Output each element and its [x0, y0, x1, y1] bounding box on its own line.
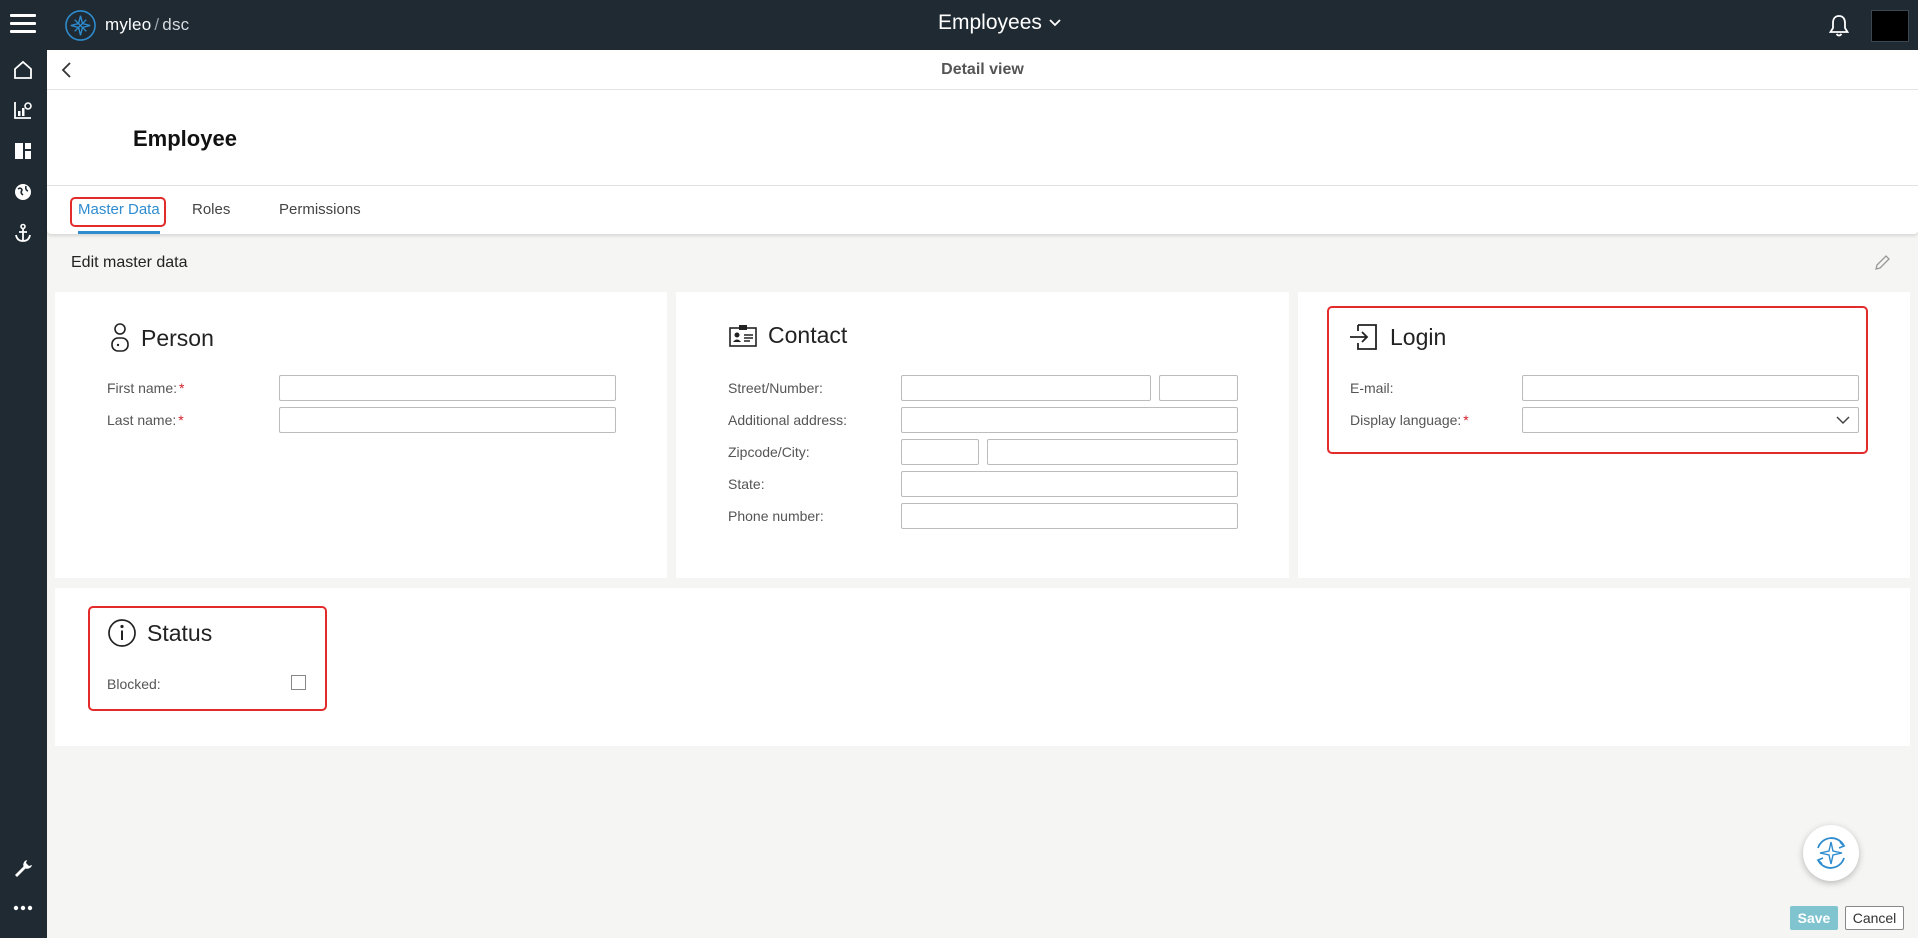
chevron-down-icon — [1836, 416, 1850, 425]
more-icon[interactable] — [8, 893, 38, 923]
display-language-select[interactable] — [1522, 407, 1859, 433]
last-name-label: Last name: — [107, 412, 177, 428]
contact-card: Contact Street/Number: Additional addres… — [676, 292, 1289, 578]
person-icon — [111, 323, 129, 352]
tab-bar: Master Data Roles Permissions — [47, 186, 1918, 234]
tab-master-data[interactable]: Master Data — [78, 201, 160, 218]
page-title: Employee — [133, 126, 237, 151]
dashboard-icon[interactable] — [8, 136, 38, 166]
chevron-down-icon — [1049, 19, 1061, 27]
entity-header: Employee — [47, 90, 1918, 186]
state-input[interactable] — [901, 471, 1238, 497]
home-icon[interactable] — [8, 55, 38, 85]
notification-bell-icon[interactable] — [1826, 13, 1852, 39]
app-switcher[interactable]: Employees — [938, 11, 1062, 35]
login-title: Login — [1390, 323, 1447, 350]
brand-name: myleo — [105, 15, 152, 34]
save-button[interactable]: Save — [1790, 906, 1838, 930]
brand[interactable]: myleo / dsc — [64, 8, 189, 42]
last-name-input[interactable] — [279, 407, 616, 433]
edit-pencil-icon[interactable] — [1872, 253, 1892, 273]
detail-title: Detail view — [941, 61, 1024, 78]
app-title: Employees — [938, 11, 1042, 34]
sidebar — [0, 50, 47, 938]
globe-icon[interactable] — [8, 177, 38, 207]
brand-logo-icon — [65, 9, 96, 41]
contact-card-icon — [729, 324, 757, 347]
assistant-fab[interactable] — [1803, 825, 1859, 881]
street-input[interactable] — [901, 375, 1151, 401]
status-card: Status Blocked: — [55, 588, 1910, 746]
phone-input[interactable] — [901, 503, 1238, 529]
required-marker: * — [179, 380, 185, 396]
additional-address-label: Additional address: — [728, 412, 848, 428]
top-bar: myleo / dsc Employees — [0, 0, 1918, 50]
section-title: Edit master data — [71, 254, 188, 271]
login-card: Login E-mail: Display language: * — [1298, 292, 1910, 578]
first-name-label: First name: — [107, 380, 178, 396]
person-title: Person — [141, 324, 214, 351]
blocked-checkbox[interactable] — [291, 675, 306, 690]
user-avatar[interactable] — [1871, 10, 1909, 42]
email-input[interactable] — [1522, 375, 1859, 401]
detail-header: Detail view — [47, 50, 1918, 90]
person-card: Person First name: * Last name: * — [55, 292, 667, 578]
compass-refresh-icon — [1816, 837, 1846, 869]
analytics-icon[interactable] — [8, 95, 38, 125]
required-marker: * — [178, 412, 184, 428]
zipcode-input[interactable] — [901, 439, 979, 465]
house-number-input[interactable] — [1159, 375, 1238, 401]
cancel-button[interactable]: Cancel — [1845, 906, 1904, 930]
login-icon — [1350, 324, 1377, 350]
hamburger-menu-icon[interactable] — [10, 14, 36, 34]
email-label: E-mail: — [1350, 380, 1394, 396]
street-label: Street/Number: — [728, 380, 823, 396]
zipcode-city-label: Zipcode/City: — [728, 444, 810, 460]
phone-label: Phone number: — [728, 508, 824, 524]
brand-separator: / — [154, 15, 160, 34]
blocked-label: Blocked: — [107, 676, 161, 692]
additional-address-input[interactable] — [901, 407, 1238, 433]
contact-title: Contact — [768, 322, 848, 348]
display-language-label: Display language: — [1350, 412, 1462, 428]
wrench-icon[interactable] — [8, 853, 38, 883]
city-input[interactable] — [987, 439, 1238, 465]
brand-suffix: dsc — [162, 15, 190, 34]
active-tab-indicator — [78, 231, 160, 234]
info-icon — [108, 619, 136, 647]
first-name-input[interactable] — [279, 375, 616, 401]
state-label: State: — [728, 476, 765, 492]
tab-permissions[interactable]: Permissions — [279, 201, 361, 218]
status-title: Status — [147, 619, 213, 646]
required-marker: * — [1463, 412, 1469, 428]
anchor-icon[interactable] — [8, 218, 38, 248]
tab-roles[interactable]: Roles — [192, 201, 230, 218]
